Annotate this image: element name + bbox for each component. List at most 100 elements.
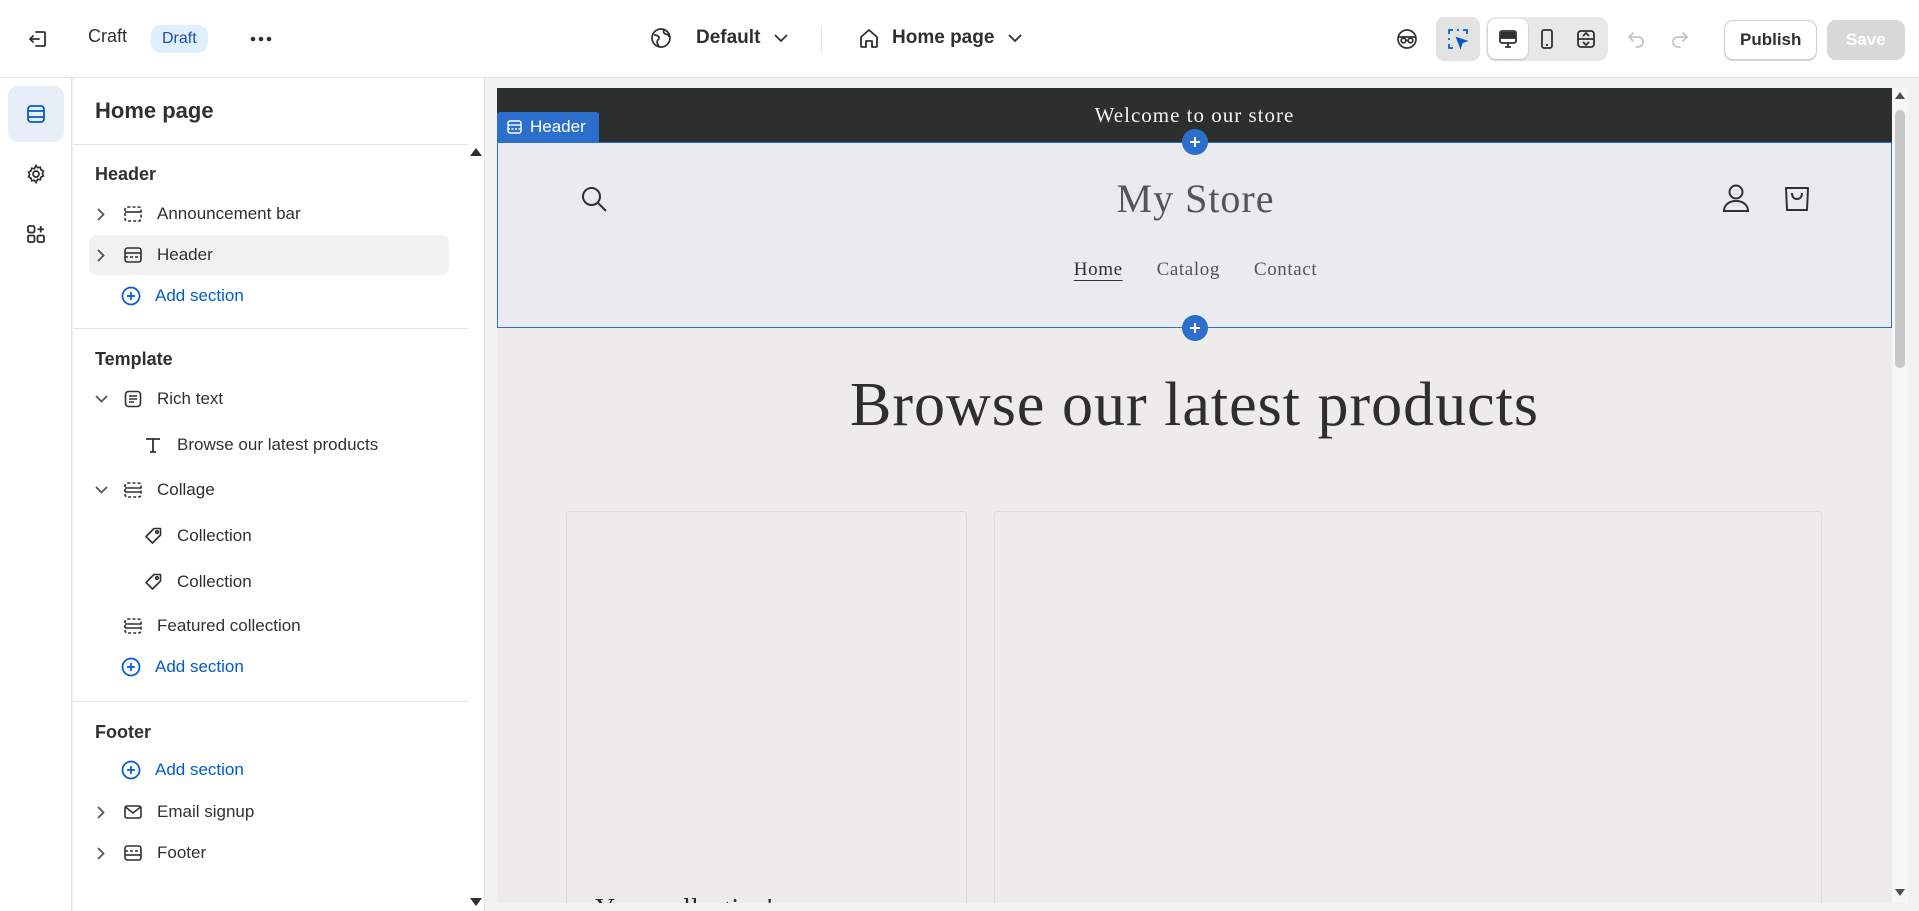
theme-label: Default bbox=[696, 27, 761, 48]
add-section-plus-icon[interactable] bbox=[1182, 315, 1208, 341]
store-name[interactable]: My Store bbox=[498, 175, 1892, 222]
header-tag-label: Header bbox=[530, 117, 586, 136]
chevron-down-icon[interactable] bbox=[89, 486, 113, 494]
scrollbar-thumb[interactable] bbox=[1895, 110, 1905, 368]
scroll-up-icon[interactable] bbox=[470, 148, 482, 156]
chevron-down-icon bbox=[774, 33, 789, 43]
add-section-plus-icon[interactable] bbox=[1182, 129, 1208, 155]
footer-section-icon bbox=[119, 843, 147, 863]
tag-icon bbox=[139, 572, 167, 592]
chevron-down-icon bbox=[1008, 33, 1023, 43]
section-label: Featured collection bbox=[157, 616, 301, 635]
divider bbox=[73, 701, 468, 702]
chevron-right-icon[interactable] bbox=[89, 846, 113, 860]
page-label: Home page bbox=[892, 27, 995, 48]
add-section-button[interactable]: Add section bbox=[89, 750, 449, 790]
divider bbox=[73, 144, 468, 145]
footer-group-title: Footer bbox=[95, 722, 151, 742]
header-section-icon bbox=[507, 120, 522, 134]
nav-link-home[interactable]: Home bbox=[1074, 259, 1123, 281]
add-section-label: Add section bbox=[155, 286, 244, 305]
select-icon[interactable] bbox=[1436, 17, 1480, 61]
redo-icon[interactable] bbox=[1660, 19, 1700, 59]
text-icon bbox=[139, 435, 167, 455]
nav-link-contact[interactable]: Contact bbox=[1254, 259, 1317, 281]
chevron-down-icon[interactable] bbox=[89, 395, 113, 403]
section-collage[interactable]: Collage bbox=[89, 470, 449, 510]
nav-link-catalog[interactable]: Catalog bbox=[1157, 259, 1220, 281]
store-preview: Welcome to our store My Store Home Catal… bbox=[497, 88, 1892, 903]
panel-title: Home page bbox=[95, 98, 214, 123]
sections-icon[interactable] bbox=[8, 86, 64, 142]
header-section-tag[interactable]: Header bbox=[497, 112, 599, 142]
block-label: Collection bbox=[177, 572, 252, 591]
main-nav: Home Catalog Contact bbox=[498, 259, 1892, 281]
section-label: Announcement bar bbox=[157, 204, 301, 223]
collage-card[interactable]: Your collection's bbox=[566, 511, 967, 903]
apps-icon[interactable] bbox=[8, 206, 64, 262]
undo-icon[interactable] bbox=[1616, 19, 1656, 59]
add-circle-icon bbox=[117, 286, 145, 306]
section-footer[interactable]: Footer bbox=[89, 833, 449, 873]
mobile-icon[interactable] bbox=[1527, 19, 1567, 59]
save-button[interactable]: Save bbox=[1827, 20, 1905, 60]
top-bar: Craft Draft Default Home page Publish Sa… bbox=[0, 0, 1919, 78]
envelope-icon bbox=[119, 802, 147, 822]
scroll-down-icon[interactable] bbox=[1895, 889, 1905, 896]
desktop-icon[interactable] bbox=[1488, 19, 1528, 59]
settings-icon[interactable] bbox=[8, 146, 64, 202]
divider bbox=[73, 328, 468, 329]
add-section-button[interactable]: Add section bbox=[89, 647, 449, 687]
add-section-label: Add section bbox=[155, 657, 244, 676]
exit-icon[interactable] bbox=[18, 19, 58, 59]
add-section-button[interactable]: Add section bbox=[89, 276, 449, 316]
block-label: Browse our latest products bbox=[177, 435, 379, 454]
theme-selector[interactable]: Default bbox=[650, 27, 789, 49]
section-label: Collage bbox=[157, 480, 215, 499]
section-label: Header bbox=[157, 245, 213, 264]
section-label: Footer bbox=[157, 843, 207, 862]
collection-title: Your collection's bbox=[595, 894, 783, 903]
add-circle-icon bbox=[117, 657, 145, 677]
inspector-icon[interactable] bbox=[1387, 19, 1427, 59]
featured-collection-icon bbox=[119, 616, 147, 636]
rich-text-icon bbox=[119, 389, 147, 409]
sections-panel: Home page Header Announcement bar Header… bbox=[73, 78, 485, 911]
tag-icon bbox=[139, 526, 167, 546]
section-rich-text[interactable]: Rich text bbox=[89, 379, 449, 419]
globe-icon bbox=[650, 27, 672, 49]
scroll-down-icon[interactable] bbox=[470, 898, 482, 906]
announcement-bar-icon bbox=[119, 204, 147, 224]
block-collection[interactable]: Collection bbox=[89, 516, 449, 556]
chevron-right-icon[interactable] bbox=[89, 248, 113, 262]
page-selector[interactable]: Home page bbox=[858, 27, 1023, 49]
block-label: Collection bbox=[177, 526, 252, 545]
section-header[interactable]: Header bbox=[89, 235, 449, 275]
section-email-signup[interactable]: Email signup bbox=[89, 792, 449, 832]
rich-text-heading[interactable]: Browse our latest products bbox=[497, 370, 1892, 441]
section-announcement-bar[interactable]: Announcement bar bbox=[89, 194, 449, 234]
fullwidth-icon[interactable] bbox=[1566, 19, 1606, 59]
template-group-title: Template bbox=[95, 349, 173, 369]
header-group-title: Header bbox=[95, 164, 157, 184]
block-collection[interactable]: Collection bbox=[89, 562, 449, 602]
chevron-right-icon[interactable] bbox=[89, 805, 113, 819]
divider bbox=[821, 26, 822, 52]
header-section-preview[interactable]: My Store Home Catalog Contact bbox=[497, 142, 1892, 328]
more-icon[interactable] bbox=[241, 19, 281, 59]
account-icon[interactable] bbox=[1722, 183, 1750, 213]
home-icon bbox=[858, 27, 880, 49]
status-badge: Draft bbox=[151, 25, 208, 53]
publish-button[interactable]: Publish bbox=[1724, 20, 1818, 60]
section-label: Rich text bbox=[157, 389, 224, 408]
scroll-up-icon[interactable] bbox=[1895, 92, 1905, 99]
block-heading[interactable]: Browse our latest products bbox=[89, 425, 449, 465]
section-featured-collection[interactable]: Featured collection bbox=[89, 606, 449, 646]
chevron-right-icon[interactable] bbox=[89, 207, 113, 221]
header-section-icon bbox=[119, 245, 147, 265]
cart-icon[interactable] bbox=[1782, 181, 1812, 213]
collage-card[interactable] bbox=[994, 511, 1822, 903]
left-rail bbox=[0, 78, 72, 911]
add-circle-icon bbox=[117, 760, 145, 780]
collage-icon bbox=[119, 480, 147, 500]
